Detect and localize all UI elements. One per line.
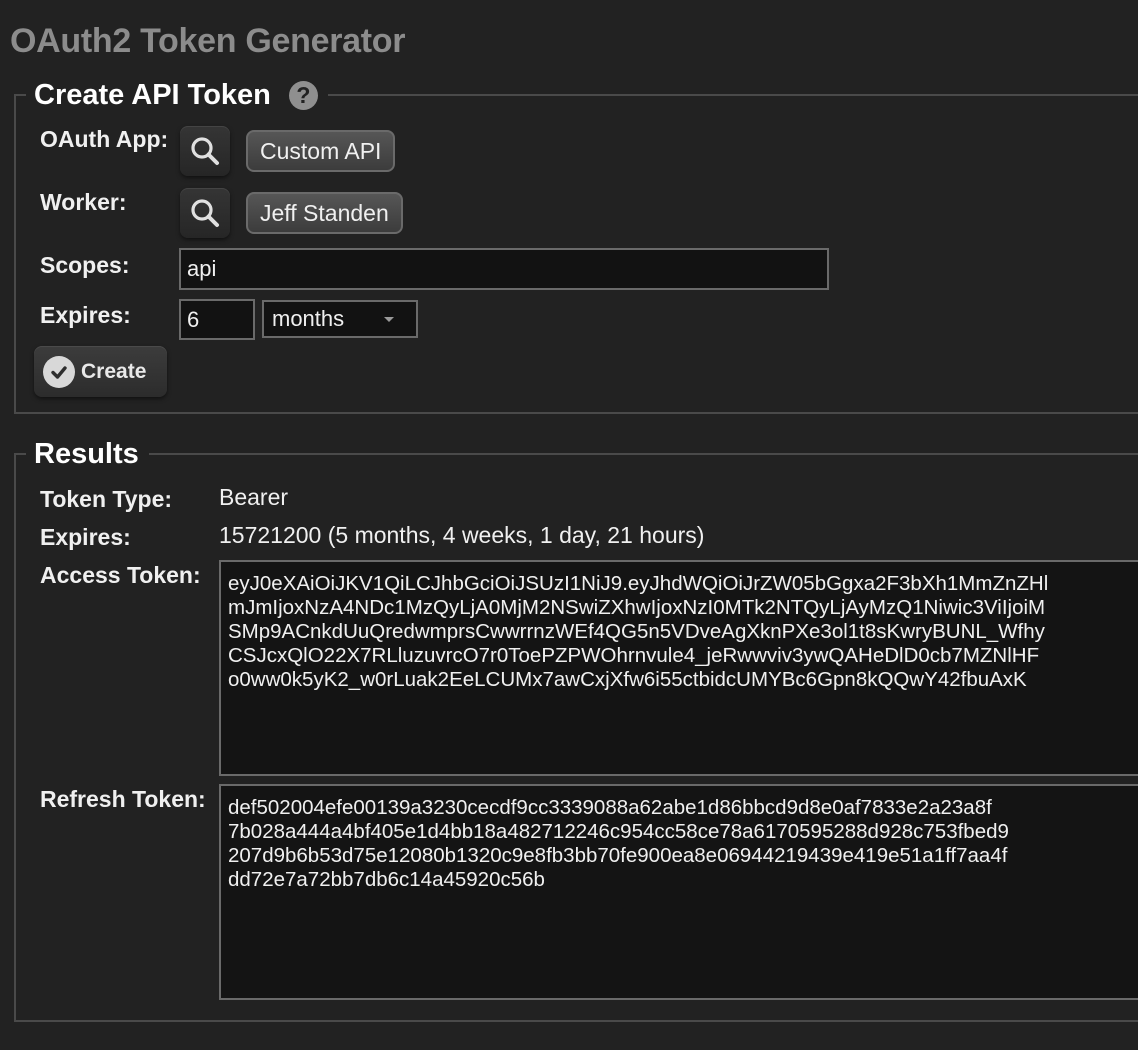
create-button-label: Create xyxy=(81,359,147,383)
results-section-legend: Results xyxy=(26,437,149,471)
refresh-token-textarea[interactable]: def502004efe00139a3230cecdf9cc3339088a62… xyxy=(219,784,1138,1000)
oauth-app-lookup-button[interactable] xyxy=(180,126,230,176)
page-title: OAuth2 Token Generator xyxy=(10,22,406,60)
create-section-title: Create API Token xyxy=(34,79,271,111)
results-section-title: Results xyxy=(34,438,139,470)
token-generator-page: OAuth2 Token Generator Create API Token … xyxy=(0,0,1138,1050)
scopes-label: Scopes: xyxy=(40,252,130,278)
oauth-app-label: OAuth App: xyxy=(40,126,169,152)
expires-unit-select[interactable]: months xyxy=(262,300,418,338)
refresh-token-label: Refresh Token: xyxy=(40,786,206,812)
question-mark-icon[interactable]: ? xyxy=(288,80,318,110)
results-expires-label: Expires: xyxy=(40,524,131,550)
worker-value-chip[interactable]: Jeff Standen xyxy=(246,192,403,234)
access-token-label: Access Token: xyxy=(40,562,201,588)
create-section-legend: Create API Token ? xyxy=(26,78,328,112)
create-button[interactable]: Create xyxy=(34,346,167,397)
scopes-input[interactable] xyxy=(179,248,829,290)
worker-label: Worker: xyxy=(40,189,127,215)
token-type-value: Bearer xyxy=(219,484,289,510)
oauth-app-value-chip[interactable]: Custom API xyxy=(246,130,396,172)
chevron-down-icon xyxy=(384,317,394,322)
search-icon xyxy=(191,137,219,165)
search-icon xyxy=(191,199,219,227)
token-type-label: Token Type: xyxy=(40,486,173,512)
results-expires-value: 15721200 (5 months, 4 weeks, 1 day, 21 h… xyxy=(219,522,705,548)
access-token-textarea[interactable]: eyJ0eXAiOiJKV1QiLCJhbGciOiJSUzI1NiJ9.eyJ… xyxy=(219,560,1138,776)
checkmark-icon xyxy=(43,355,75,388)
expires-unit-selected: months xyxy=(272,306,345,331)
worker-lookup-button[interactable] xyxy=(180,188,230,238)
expires-amount-input[interactable] xyxy=(179,299,255,340)
expires-label: Expires: xyxy=(40,302,131,328)
